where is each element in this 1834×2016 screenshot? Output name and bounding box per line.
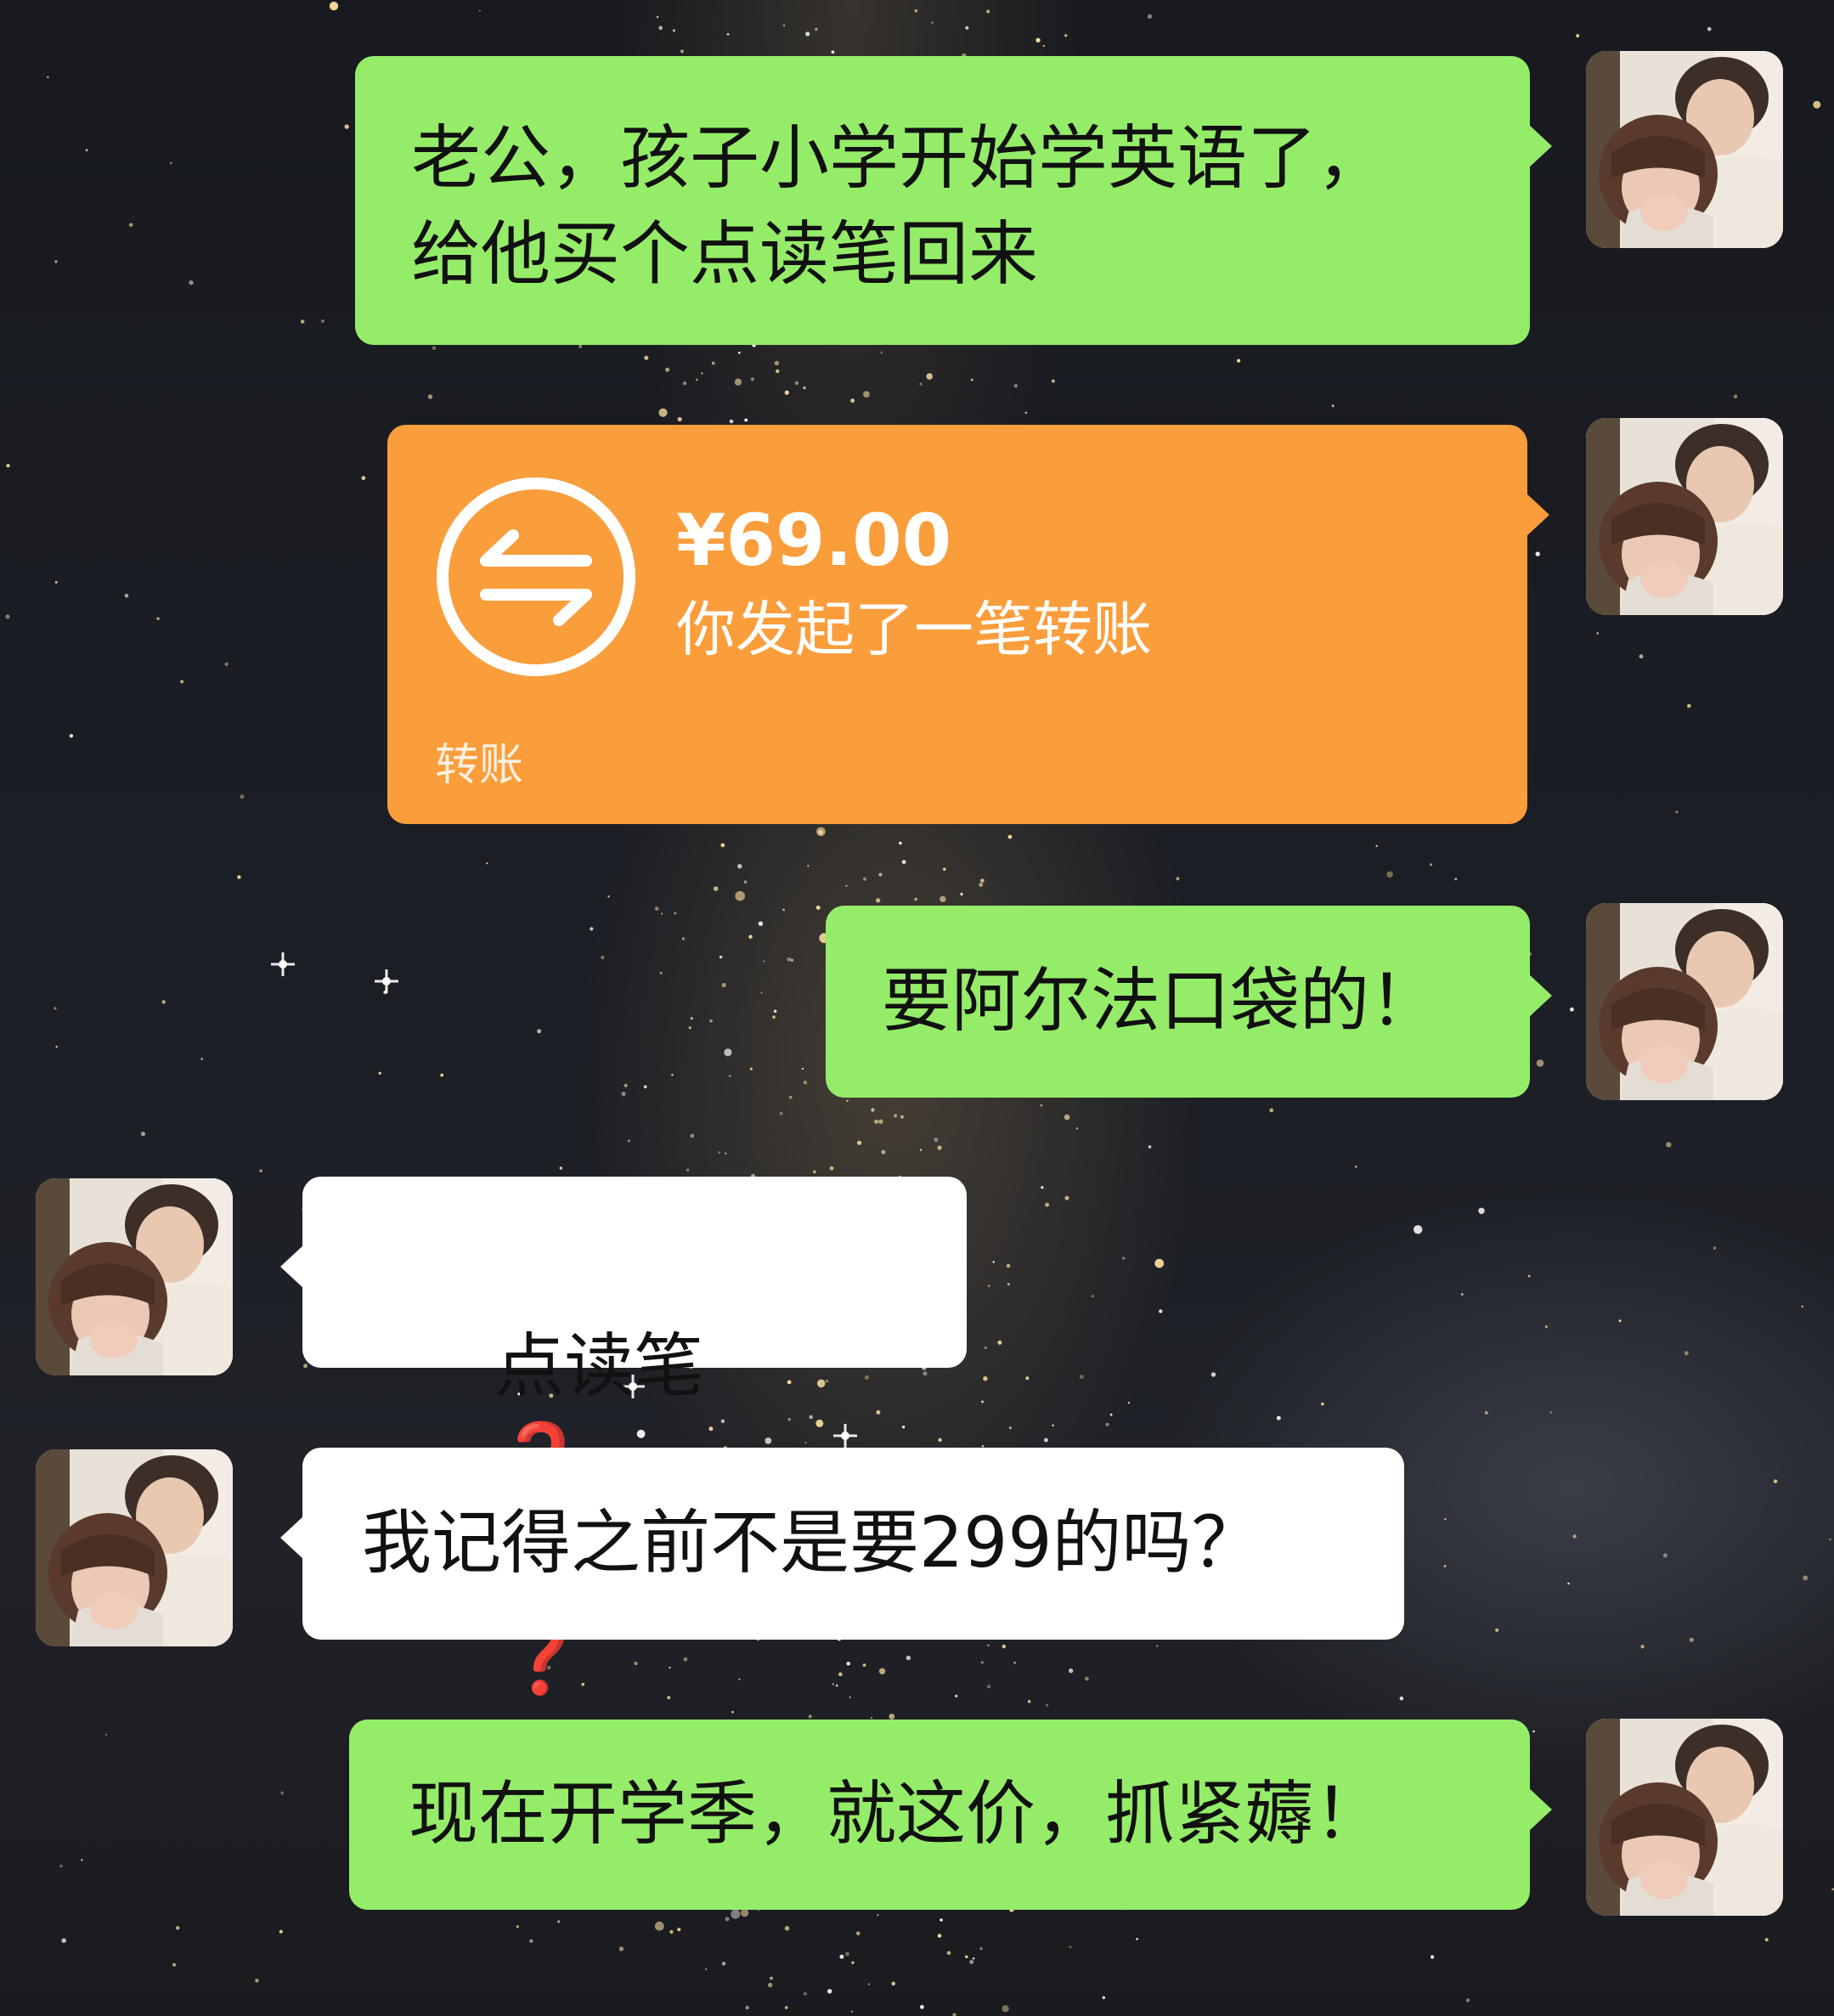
- message-bubble[interactable]: 点读笔 ❓ 69 ❓: [280, 1177, 967, 1698]
- message-text-line1: 老公，孩子小学开始学英语了，: [411, 118, 1387, 199]
- contact-avatar[interactable]: [36, 1449, 233, 1646]
- transfer-amount: ¥69.00: [676, 499, 952, 582]
- message-text: 要阿尔法口袋的！: [882, 961, 1440, 1042]
- self-avatar[interactable]: [1586, 418, 1783, 615]
- self-avatar[interactable]: [1586, 51, 1783, 248]
- self-avatar[interactable]: [1586, 1719, 1783, 1916]
- message-text: 现在开学季，就这价，抓紧薅！: [409, 1774, 1385, 1855]
- message-bubble[interactable]: 现在开学季，就这价，抓紧薅！: [349, 1720, 1552, 1910]
- transfer-card[interactable]: ¥69.00 你发起了一笔转账 转账: [387, 425, 1549, 824]
- message-bubble[interactable]: 我记得之前不是要299的吗？: [280, 1448, 1404, 1640]
- message-text: 我记得之前不是要299的吗？: [362, 1503, 1261, 1584]
- message-bubble[interactable]: 要阿尔法口袋的！: [826, 906, 1552, 1098]
- message-bubble[interactable]: 老公，孩子小学开始学英语了， 给他买个点读笔回来: [355, 56, 1552, 345]
- message-text-part1: 点读笔: [494, 1326, 704, 1407]
- message-text-line2: 给他买个点读笔回来: [411, 214, 1039, 295]
- self-avatar[interactable]: [1586, 903, 1783, 1100]
- transfer-arrows-icon: [437, 477, 635, 676]
- transfer-label: 转账: [435, 740, 524, 791]
- transfer-description: 你发起了一笔转账: [676, 595, 1152, 664]
- contact-avatar[interactable]: [36, 1178, 233, 1375]
